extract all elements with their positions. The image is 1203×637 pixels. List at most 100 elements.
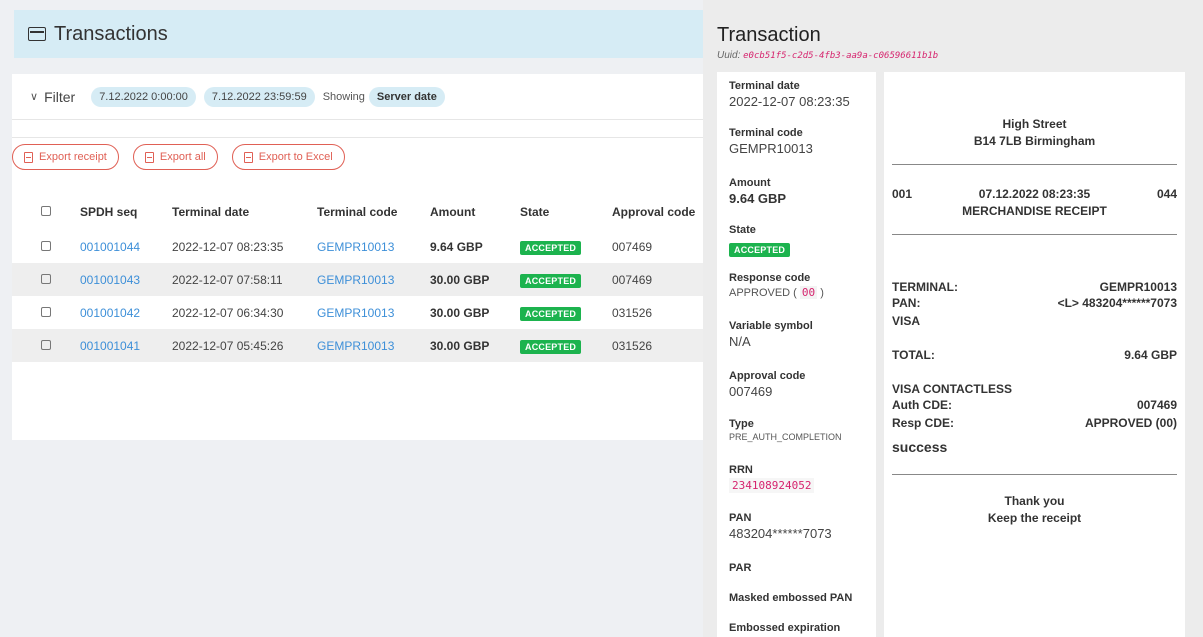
spdh-seq-link[interactable]: 001001041 [80,329,172,362]
filter-bar: ∨ Filter 7.12.2022 0:00:00 7.12.2022 23:… [12,74,703,120]
select-all-checkbox[interactable] [41,206,51,216]
table-row[interactable]: 001001042 2022-12-07 06:34:30 GEMPR10013… [12,296,703,329]
amount-cell: 30.00 GBP [430,329,520,362]
column-header-spdh-seq[interactable]: SPDH seq [80,194,172,230]
terminal-date-cell: 2022-12-07 07:58:11 [172,263,317,296]
receipt-divider [892,234,1177,235]
page-title: Transactions [54,22,168,45]
filter-toggle[interactable]: Filter [44,89,75,105]
export-receipt-button[interactable]: Export receipt [12,144,119,170]
column-header-amount[interactable]: Amount [430,194,520,230]
spdh-seq-link[interactable]: 001001043 [80,263,172,296]
terminal-code-link[interactable]: GEMPR10013 [317,263,430,296]
chevron-down-icon[interactable]: ∨ [30,90,38,103]
spdh-seq-link[interactable]: 001001044 [80,230,172,263]
receipt-result-row: success [892,439,1177,455]
terminal-code-link[interactable]: GEMPR10013 [317,329,430,362]
status-badge: ACCEPTED [520,240,582,255]
receipt-header-row: 001 07.12.2022 08:23:35 044 [892,187,1177,201]
showing-label: Showing [322,90,365,103]
field-variable-symbol: Variable symbol N/A [729,320,813,349]
date-to-chip[interactable]: 7.12.2022 23:59:59 [203,86,315,107]
field-pan: PAN 483204******7073 [729,512,832,541]
receipt-divider [892,474,1177,475]
receipt-total-value: 9.64 GBP [1124,348,1177,362]
terminal-code-link[interactable]: GEMPR10013 [317,230,430,263]
column-header-approval-code[interactable]: Approval code [612,194,703,230]
response-code-value: 00 [799,286,818,299]
file-icon [144,151,154,163]
export-excel-button[interactable]: Export to Excel [231,144,345,170]
field-value: PRE_AUTH_COMPLETION [729,432,842,442]
field-label: Terminal date [729,80,800,92]
field-label: Variable symbol [729,320,813,332]
receipt-total-label: TOTAL: [892,348,935,362]
terminal-date-cell: 2022-12-07 05:45:26 [172,329,317,362]
showing-value-chip[interactable]: Server date [368,86,445,107]
uuid-row: Uuid: e0cb51f5-c2d5-4fb3-aa9a-c06596611b… [717,50,938,61]
field-label: Embossed expiration [729,622,841,634]
approval-code-cell: 031526 [612,329,703,362]
response-text: APPROVED ( [729,287,797,299]
row-checkbox[interactable] [41,240,51,251]
column-header-state[interactable]: State [520,194,612,230]
receipt-preview: High Street B14 7LB Birmingham 001 07.12… [884,72,1185,637]
receipt-auth-label: Auth CDE: [892,398,952,412]
field-value: APPROVED ( 00 ) [729,286,824,299]
spdh-seq-link[interactable]: 001001042 [80,296,172,329]
terminal-date-cell: 2022-12-07 06:34:30 [172,305,284,320]
card-icon [28,27,46,41]
column-header-terminal-code[interactable]: Terminal code [317,194,430,230]
detail-scrollbar[interactable] [1198,10,1203,630]
approval-code-cell: 031526 [612,305,653,320]
row-checkbox[interactable] [41,306,51,317]
uuid-label: Uuid: [717,50,741,61]
field-masked-embossed-pan: Masked embossed PAN [729,592,852,604]
export-all-button[interactable]: Export all [132,144,218,170]
receipt-total-row: TOTAL: 9.64 GBP [892,348,1177,362]
field-value: 2022-12-07 08:23:35 [729,94,850,109]
field-amount: Amount 9.64 GBP [729,177,786,206]
uuid-value: e0cb51f5-c2d5-4fb3-aa9a-c06596611b1b [743,51,939,61]
receipt-card-scheme: VISA [892,314,921,328]
receipt-resp-value: APPROVED (00) [1084,416,1177,430]
divider [12,120,703,138]
field-response-code: Response code APPROVED ( 00 ) [729,272,824,299]
status-badge: ACCEPTED [729,243,791,257]
receipt-auth-value: 007469 [1136,398,1177,412]
transactions-panel: Transactions ∨ Filter 7.12.2022 0:00:00 … [0,0,703,637]
page-header: Transactions [14,10,703,58]
receipt-pan-label: PAN: [892,296,921,310]
field-label: Terminal code [729,127,803,139]
table-row[interactable]: 001001041 2022-12-07 05:45:26 GEMPR10013… [12,329,703,362]
receipt-terminal-row: TERMINAL: GEMPR10013 [892,280,1177,294]
field-label: State [729,224,756,236]
receipt-thanks-line1: Thank you [1004,494,1065,508]
approval-code-cell: 007469 [612,239,653,254]
table-row[interactable]: 001001044 2022-12-07 08:23:35 GEMPR10013… [12,230,703,263]
receipt-result: success [892,439,948,455]
receipt-card-scheme-row: VISA [892,314,1177,328]
row-checkbox[interactable] [41,273,51,284]
terminal-code-link[interactable]: GEMPR10013 [317,296,430,329]
receipt-number-right: 044 [1156,187,1177,201]
receipt-resp-row: Resp CDE: APPROVED (00) [892,416,1177,430]
receipt-address-line1: High Street [1002,117,1067,131]
field-rrn: RRN 234108924052 [729,464,815,494]
date-from-chip[interactable]: 7.12.2022 0:00:00 [91,86,196,107]
field-value: 9.64 GBP [729,191,787,206]
field-par: PAR [729,562,751,574]
field-label: RRN [729,464,753,476]
row-checkbox[interactable] [41,339,51,350]
field-value: 234108924052 [729,478,815,493]
detail-title: Transaction [717,24,821,46]
receipt-type: MERCHANDISE RECEIPT [962,204,1107,218]
table-header-row: SPDH seq Terminal date Terminal code Amo… [12,194,703,230]
terminal-date-cell: 2022-12-07 08:23:35 [172,239,284,254]
column-header-terminal-date[interactable]: Terminal date [172,194,317,230]
pdf-file-icon [24,151,33,163]
table-row[interactable]: 001001043 2022-12-07 07:58:11 GEMPR10013… [12,263,703,296]
amount-cell: 30.00 GBP [430,263,520,296]
field-value: N/A [729,334,751,349]
export-receipt-label: Export receipt [39,151,107,163]
